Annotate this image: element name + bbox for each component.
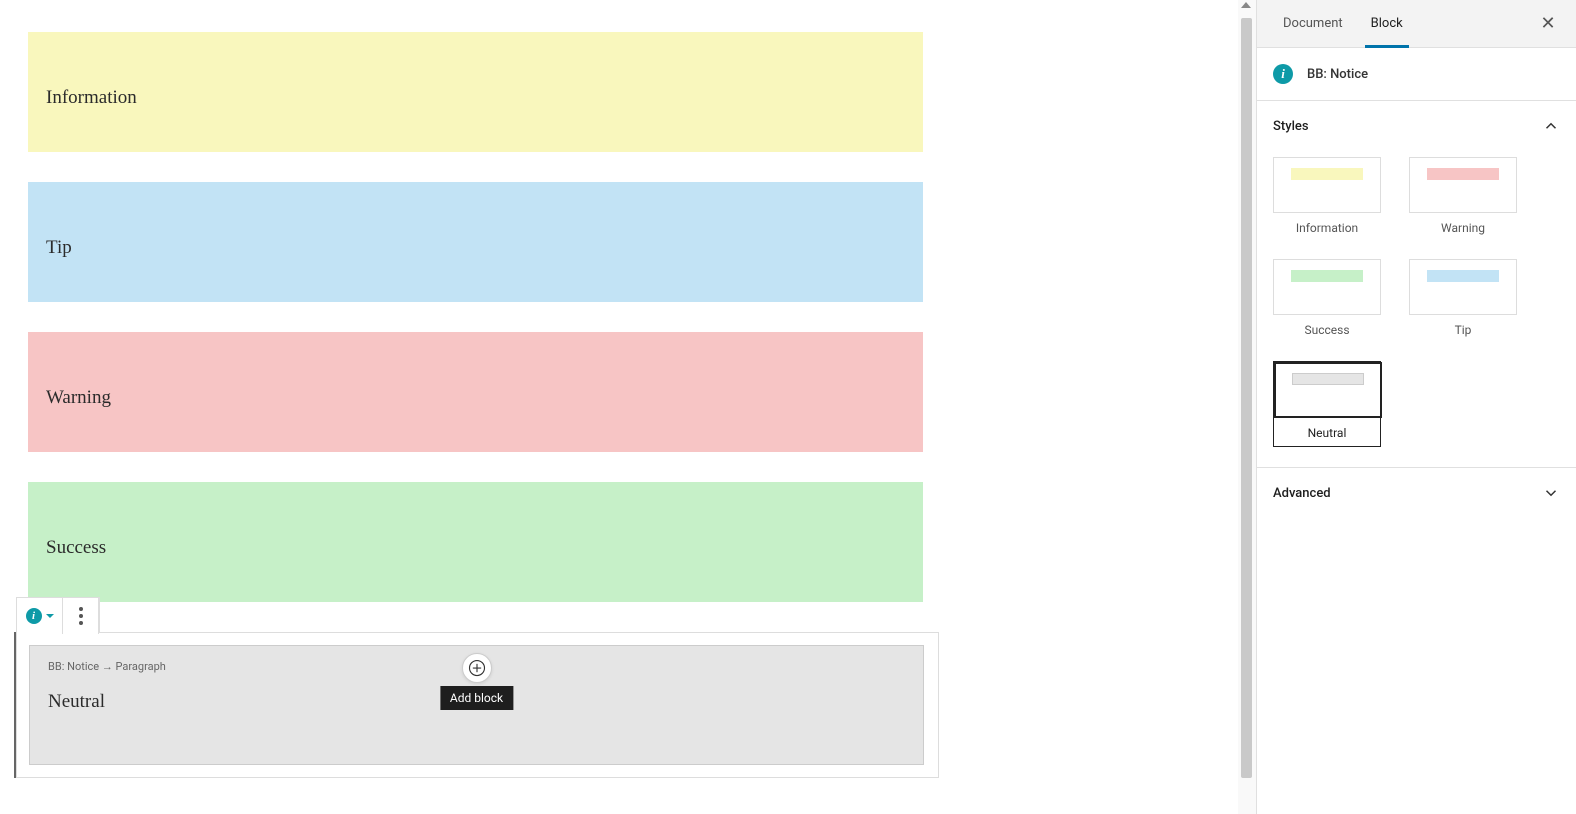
block-card: i BB: Notice xyxy=(1257,48,1576,100)
style-preview xyxy=(1409,157,1517,213)
styles-panel-toggle[interactable]: Styles xyxy=(1257,101,1576,151)
notice-block-success[interactable]: Success xyxy=(28,482,923,602)
tab-document[interactable]: Document xyxy=(1269,0,1357,48)
notice-block-neutral[interactable]: BB: Notice → Paragraph Neutral Add block xyxy=(29,645,924,765)
chevron-up-icon xyxy=(1542,117,1560,135)
sidebar-tabs: Document Block ✕ xyxy=(1257,0,1576,48)
style-grid: Information Warning Success Tip xyxy=(1273,157,1560,447)
tab-block[interactable]: Block xyxy=(1357,0,1417,48)
style-preview xyxy=(1409,259,1517,315)
swatch-success xyxy=(1291,270,1363,282)
styles-panel: Styles Information Warning Success xyxy=(1257,100,1576,467)
chevron-down-icon xyxy=(46,614,54,618)
style-label: Success xyxy=(1273,323,1381,337)
scroll-up-icon xyxy=(1241,2,1251,8)
swatch-information xyxy=(1291,168,1363,180)
selected-block-outline[interactable]: BB: Notice → Paragraph Neutral Add block xyxy=(16,632,939,778)
swatch-warning xyxy=(1427,168,1499,180)
style-option-success[interactable]: Success xyxy=(1273,259,1381,337)
editor-canvas: Information Tip Warning Success i xyxy=(0,0,1238,814)
style-label: Warning xyxy=(1409,221,1517,235)
style-label: Information xyxy=(1273,221,1381,235)
block-title: BB: Notice xyxy=(1307,67,1368,82)
notice-label: Success xyxy=(46,537,106,559)
close-icon: ✕ xyxy=(1540,13,1555,34)
chevron-down-icon xyxy=(1542,484,1560,502)
notice-block-information[interactable]: Information xyxy=(28,32,923,152)
more-options-button[interactable] xyxy=(63,598,99,634)
advanced-panel: Advanced xyxy=(1257,467,1576,518)
swatch-tip xyxy=(1427,270,1499,282)
style-label: Tip xyxy=(1409,323,1517,337)
info-icon: i xyxy=(1273,64,1293,84)
styles-panel-body: Information Warning Success Tip xyxy=(1257,151,1576,467)
panel-title: Advanced xyxy=(1273,486,1331,501)
style-option-neutral[interactable]: Neutral xyxy=(1273,361,1381,447)
notice-label: Warning xyxy=(46,387,111,409)
scroll-thumb[interactable] xyxy=(1241,18,1252,778)
selected-block-wrapper: i BB: Notice → Paragraph Neutral Add blo… xyxy=(14,632,939,778)
tab-label: Block xyxy=(1371,16,1403,31)
style-preview xyxy=(1273,157,1381,213)
add-block-button[interactable] xyxy=(462,653,492,683)
notice-label: Information xyxy=(46,87,137,109)
panel-title: Styles xyxy=(1273,119,1309,134)
close-sidebar-button[interactable]: ✕ xyxy=(1532,8,1564,40)
settings-sidebar: Document Block ✕ i BB: Notice Styles xyxy=(1256,0,1576,814)
style-preview xyxy=(1273,259,1381,315)
advanced-panel-toggle[interactable]: Advanced xyxy=(1257,468,1576,518)
notice-block-warning[interactable]: Warning xyxy=(28,332,923,452)
add-block-tooltip: Add block xyxy=(440,686,513,710)
more-vertical-icon xyxy=(79,607,83,625)
swatch-neutral xyxy=(1292,373,1364,385)
notice-block-tip[interactable]: Tip xyxy=(28,182,923,302)
style-label: Neutral xyxy=(1274,426,1380,446)
info-icon: i xyxy=(26,608,42,624)
style-option-information[interactable]: Information xyxy=(1273,157,1381,235)
style-option-tip[interactable]: Tip xyxy=(1409,259,1517,337)
style-option-warning[interactable]: Warning xyxy=(1409,157,1517,235)
notice-label: Tip xyxy=(46,237,72,259)
style-preview xyxy=(1274,362,1382,418)
tab-label: Document xyxy=(1283,16,1343,31)
plus-circle-icon xyxy=(468,659,486,677)
block-type-button[interactable]: i xyxy=(17,598,63,634)
scrollbar[interactable] xyxy=(1238,0,1256,814)
block-toolbar: i xyxy=(16,597,100,633)
